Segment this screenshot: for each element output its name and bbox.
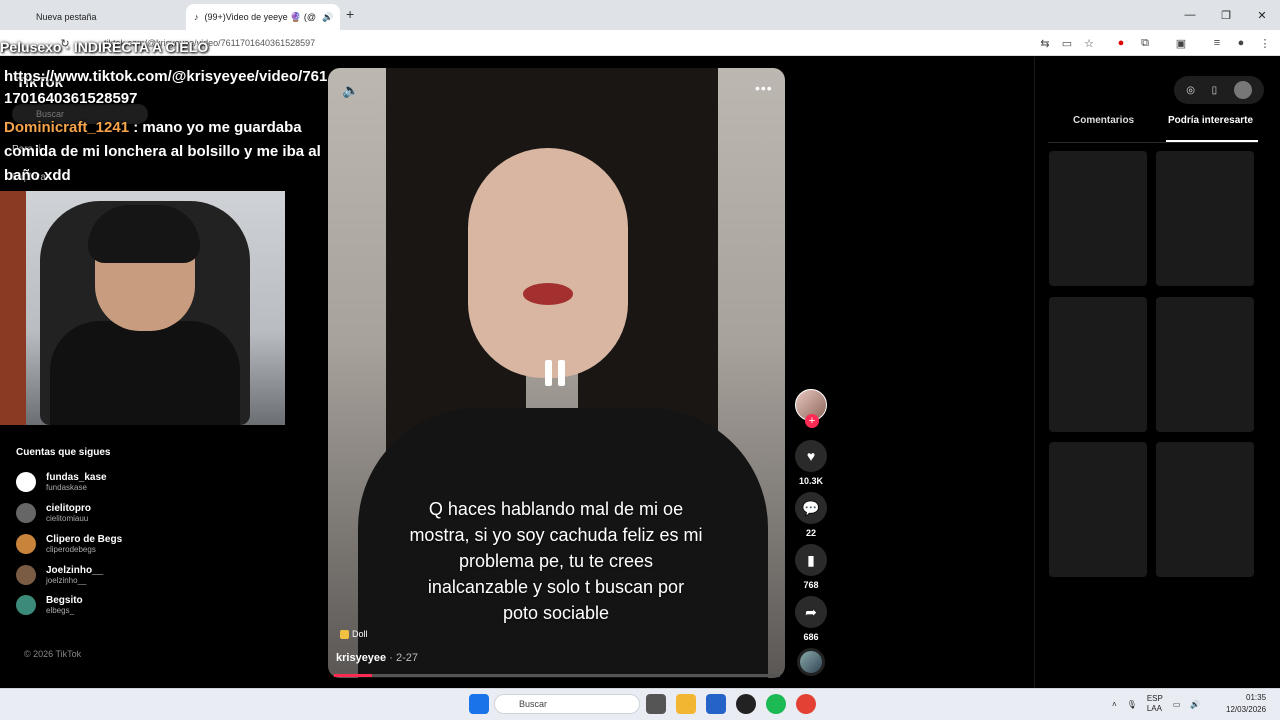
tab-divider bbox=[1048, 142, 1258, 143]
sound-disc-icon[interactable] bbox=[797, 648, 825, 676]
volume-icon[interactable]: 🔈 bbox=[342, 82, 359, 99]
media-icon[interactable]: ≡ bbox=[1208, 34, 1226, 52]
obs-icon[interactable] bbox=[736, 694, 756, 714]
share-count: 686 bbox=[803, 632, 819, 642]
avatar bbox=[16, 565, 36, 585]
close-window-icon[interactable]: ✕ bbox=[1244, 0, 1280, 30]
like-action[interactable]: ♥ 10.3K bbox=[795, 440, 827, 486]
suggested-video-thumb[interactable] bbox=[1156, 151, 1254, 286]
comment-count: 22 bbox=[805, 528, 816, 538]
video-author[interactable]: krisyeyee · 2-27 bbox=[336, 652, 418, 664]
window-controls: — ❐ ✕ bbox=[1172, 0, 1280, 30]
right-header-icons: ◎ ▯ bbox=[1174, 76, 1264, 104]
save-action[interactable]: ▮ 768 bbox=[795, 544, 827, 590]
extensions-icon[interactable]: ⧉ bbox=[1136, 34, 1154, 52]
new-tab-button[interactable]: + bbox=[346, 6, 354, 22]
post-date: · 2-27 bbox=[389, 652, 418, 664]
comment-action[interactable]: 💬 22 bbox=[795, 492, 827, 538]
bookmark-icon[interactable]: ▮ bbox=[795, 544, 827, 576]
device-icon[interactable]: ▯ bbox=[1212, 85, 1218, 96]
author-name: krisyeyee bbox=[336, 652, 387, 664]
clock-time: 01:35 bbox=[1246, 693, 1267, 702]
pause-icon[interactable] bbox=[545, 360, 569, 386]
following-account[interactable]: fundas_kase fundaskase bbox=[16, 467, 107, 497]
following-account[interactable]: Clipero de Begs cliperodebegs bbox=[16, 529, 122, 559]
more-options-icon[interactable]: ••• bbox=[755, 80, 773, 96]
music-icon bbox=[340, 629, 349, 639]
tab-comments[interactable]: Comentarios bbox=[1073, 115, 1134, 126]
copyright: © 2026 TikTok bbox=[24, 649, 82, 659]
tab-label: (99+)Video de yeeye 🔮 (@ bbox=[204, 11, 317, 22]
suggested-video-thumb[interactable] bbox=[1156, 297, 1254, 432]
avatar bbox=[16, 534, 36, 554]
translate-icon[interactable]: ⇆ bbox=[1036, 34, 1054, 52]
minimize-icon[interactable]: — bbox=[1172, 0, 1208, 30]
user-avatar[interactable] bbox=[1233, 81, 1252, 99]
music-title: Doll bbox=[352, 629, 368, 639]
menu-icon[interactable]: ⋮ bbox=[1256, 34, 1274, 52]
task-view-icon[interactable] bbox=[646, 694, 666, 714]
like-count: 10.3K bbox=[798, 476, 824, 486]
following-account[interactable]: Begsito elbegs_ bbox=[16, 590, 83, 620]
file-explorer-icon[interactable] bbox=[676, 694, 696, 714]
avatar bbox=[16, 472, 36, 492]
sidebar-icon[interactable]: ▣ bbox=[1172, 34, 1190, 52]
profile-icon[interactable]: ● bbox=[1232, 34, 1250, 52]
close-tab-icon[interactable]: ✕ bbox=[339, 11, 340, 24]
audio-icon[interactable]: 🔊 bbox=[322, 12, 333, 23]
save-count: 768 bbox=[803, 580, 819, 590]
stream-title-overlay: Pelusexo · INDIRECTA A CIELO bbox=[0, 38, 330, 56]
clock-date: 12/03/2026 bbox=[1226, 705, 1267, 714]
suggested-video-thumb[interactable] bbox=[1049, 297, 1147, 432]
suggested-video-thumb[interactable] bbox=[1049, 151, 1147, 286]
cast-icon[interactable]: ▭ bbox=[1058, 34, 1076, 52]
volume-icon[interactable]: 🔊 bbox=[1190, 700, 1200, 709]
overlay-video-url: https://www.tiktok.com/@krisyeyee/video/… bbox=[4, 68, 328, 107]
clock[interactable]: 01:35 12/03/2026 bbox=[1226, 692, 1266, 716]
chevron-up-icon[interactable]: ˄ bbox=[1112, 700, 1117, 709]
tab-might-interest[interactable]: Podría interesarte bbox=[1168, 115, 1253, 126]
microphone-icon[interactable]: 🎙 bbox=[1127, 700, 1137, 709]
stream-title: Pelusexo · INDIRECTA A CIELO bbox=[0, 39, 209, 55]
taskbar-search[interactable]: Buscar bbox=[494, 694, 640, 714]
spotify-icon[interactable] bbox=[766, 694, 786, 714]
overlay-chat-message: Dominicraft_1241 : mano yo me guardaba c… bbox=[4, 116, 329, 188]
avatar bbox=[16, 503, 36, 523]
heart-icon[interactable]: ♥ bbox=[795, 440, 827, 472]
restore-icon[interactable]: ❐ bbox=[1208, 0, 1244, 30]
avatar bbox=[16, 595, 36, 615]
tab-new-tab[interactable]: Nueva pestaña bbox=[28, 4, 158, 30]
video-progress-fill bbox=[334, 674, 372, 677]
music-tag[interactable]: Doll bbox=[340, 629, 368, 639]
following-header: Cuentas que sigues bbox=[16, 447, 111, 458]
following-account[interactable]: cielitopro cielitomiauu bbox=[16, 498, 91, 528]
streamer-webcam bbox=[0, 191, 285, 425]
share-action[interactable]: ➦ 686 bbox=[795, 596, 827, 642]
follow-button[interactable]: + bbox=[805, 414, 819, 428]
following-account[interactable]: Joelzinho__ joelzinho__ bbox=[16, 560, 103, 590]
opera-icon[interactable]: ● bbox=[1112, 34, 1130, 52]
compass-icon[interactable]: ◎ bbox=[1186, 85, 1195, 96]
tiktok-favicon-icon: ♪ bbox=[194, 12, 199, 22]
store-icon[interactable] bbox=[706, 694, 726, 714]
windows-start-icon[interactable] bbox=[469, 694, 489, 714]
system-tray: ˄ 🎙 ESP LAA ▭ 🔊 bbox=[1112, 690, 1200, 718]
chat-username: Dominicraft_1241 bbox=[4, 119, 130, 136]
windows-taskbar bbox=[0, 688, 1280, 720]
network-icon[interactable]: ▭ bbox=[1173, 700, 1181, 709]
suggested-video-thumb[interactable] bbox=[1049, 442, 1147, 577]
share-icon[interactable]: ➦ bbox=[795, 596, 827, 628]
tab-label: Nueva pestaña bbox=[36, 12, 97, 22]
tab-tiktok-video[interactable]: ♪ (99+)Video de yeeye 🔮 (@ 🔊 ✕ bbox=[186, 4, 340, 30]
video-progress-bar[interactable] bbox=[334, 674, 780, 677]
language-indicator[interactable]: ESP LAA bbox=[1147, 694, 1163, 714]
video-caption: Q haces hablando mal de mi oe mostra, si… bbox=[409, 499, 703, 623]
chrome-icon[interactable] bbox=[796, 694, 816, 714]
comment-icon[interactable]: 💬 bbox=[795, 492, 827, 524]
suggested-video-thumb[interactable] bbox=[1156, 442, 1254, 577]
bookmark-star-icon[interactable]: ☆ bbox=[1080, 34, 1098, 52]
